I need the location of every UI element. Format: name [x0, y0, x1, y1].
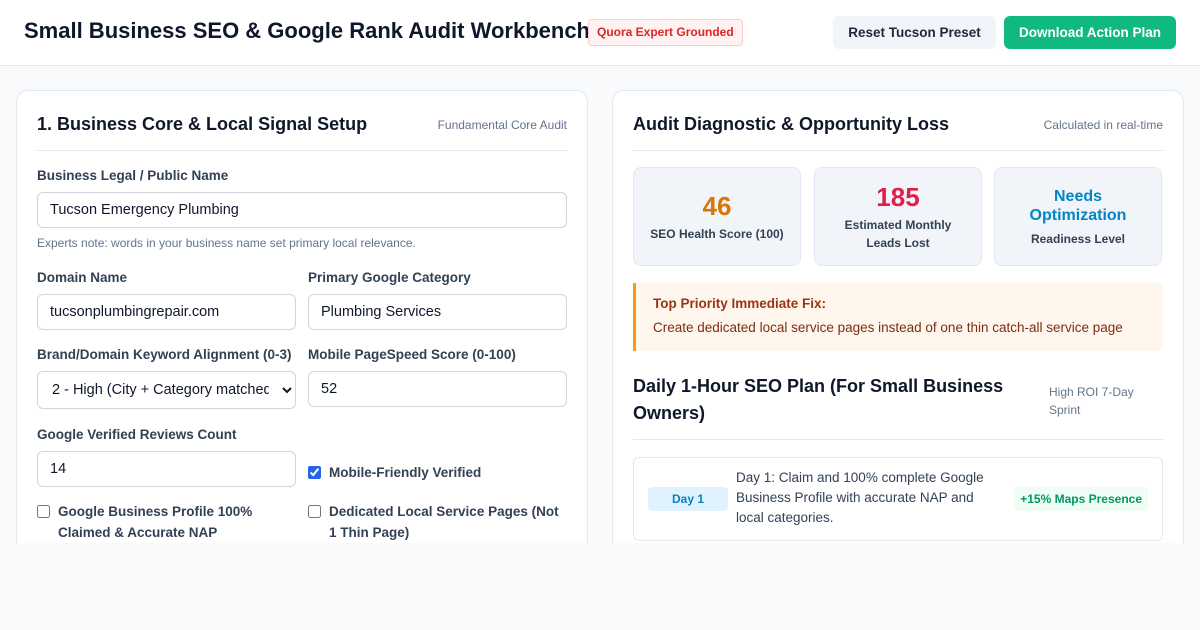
download-plan-button[interactable]: Download Action Plan [1004, 16, 1176, 49]
reset-preset-button[interactable]: Reset Tucson Preset [833, 16, 996, 49]
gbp-claimed-row[interactable]: Google Business Profile 100% Claimed & A… [37, 501, 296, 543]
setup-divider [37, 150, 567, 151]
diagnostic-title: Audit Diagnostic & Opportunity Loss [633, 114, 949, 134]
top-priority-alert: Top Priority Immediate Fix: Create dedic… [633, 283, 1163, 351]
day-impact-badge: +15% Maps Presence [1014, 487, 1148, 511]
local-pages-label[interactable]: Dedicated Local Service Pages (Not 1 Thi… [329, 501, 567, 543]
domain-label: Domain Name [37, 270, 128, 285]
business-name-note: Experts note: words in your business nam… [37, 236, 416, 250]
readiness-level-label: Readiness Level [1030, 232, 1126, 246]
leads-lost-card: 185 Estimated Monthly Leads Lost [814, 167, 982, 266]
local-pages-checkbox[interactable] [308, 505, 321, 518]
diagnostic-divider [633, 150, 1163, 151]
mobile-friendly-label[interactable]: Mobile-Friendly Verified [329, 462, 481, 483]
gbp-claimed-label[interactable]: Google Business Profile 100% Claimed & A… [58, 501, 296, 543]
domain-input[interactable] [37, 294, 296, 330]
category-input[interactable] [308, 294, 567, 330]
pagespeed-input[interactable] [308, 371, 567, 407]
day-badge: Day 1 [648, 487, 728, 511]
page-background [0, 543, 1200, 630]
top-priority-text: Create dedicated local service pages ins… [653, 320, 1123, 335]
alignment-select[interactable]: 2 - High (City + Category matched) [37, 371, 296, 409]
reviews-input[interactable] [37, 451, 296, 487]
app-title: Small Business SEO & Google Rank Audit W… [24, 18, 590, 43]
setup-title: 1. Business Core & Local Signal Setup [37, 114, 368, 134]
readiness-level-card: Needs Optimization Readiness Level [994, 167, 1162, 266]
audit-diagnostic-card: Audit Diagnostic & Opportunity Loss Calc… [612, 90, 1184, 560]
business-name-label: Business Legal / Public Name [37, 168, 229, 183]
daily-plan-meta: High ROI 7-Day Sprint [1049, 385, 1134, 417]
top-bar: Small Business SEO & Google Rank Audit W… [0, 0, 1200, 66]
diagnostic-meta: Calculated in real-time [1043, 118, 1163, 132]
local-pages-row[interactable]: Dedicated Local Service Pages (Not 1 Thi… [308, 501, 567, 543]
seo-health-score-card: 46 SEO Health Score (100) [633, 167, 801, 266]
business-name-input[interactable] [37, 192, 567, 228]
seo-health-score-value: 46 [702, 191, 732, 221]
day-task-text: Day 1: Claim and 100% complete Google Bu… [736, 470, 984, 525]
leads-lost-label: Estimated Monthly Leads Lost [844, 218, 952, 250]
plan-day-row: Day 1 Day 1: Claim and 100% complete Goo… [633, 457, 1163, 541]
mobile-friendly-checkbox[interactable] [308, 466, 321, 479]
expert-badge: Quora Expert Grounded [588, 19, 743, 46]
daily-plan-title: Daily 1-Hour SEO Plan (For Small Busines… [633, 376, 1004, 423]
seo-health-score-label: SEO Health Score (100) [650, 227, 784, 241]
business-setup-card: 1. Business Core & Local Signal Setup Fu… [16, 90, 588, 560]
gbp-claimed-checkbox[interactable] [37, 505, 50, 518]
top-priority-title: Top Priority Immediate Fix: [653, 296, 827, 311]
leads-lost-value: 185 [876, 182, 920, 212]
reviews-label: Google Verified Reviews Count [37, 427, 237, 442]
alignment-label: Brand/Domain Keyword Alignment (0-3) [37, 347, 292, 362]
mobile-friendly-row[interactable]: Mobile-Friendly Verified [308, 462, 567, 483]
pagespeed-label: Mobile PageSpeed Score (0-100) [308, 347, 516, 362]
readiness-level-value: Needs Optimization [1029, 188, 1127, 224]
setup-meta: Fundamental Core Audit [437, 118, 567, 132]
category-label: Primary Google Category [308, 270, 471, 285]
daily-plan-divider [633, 439, 1163, 440]
